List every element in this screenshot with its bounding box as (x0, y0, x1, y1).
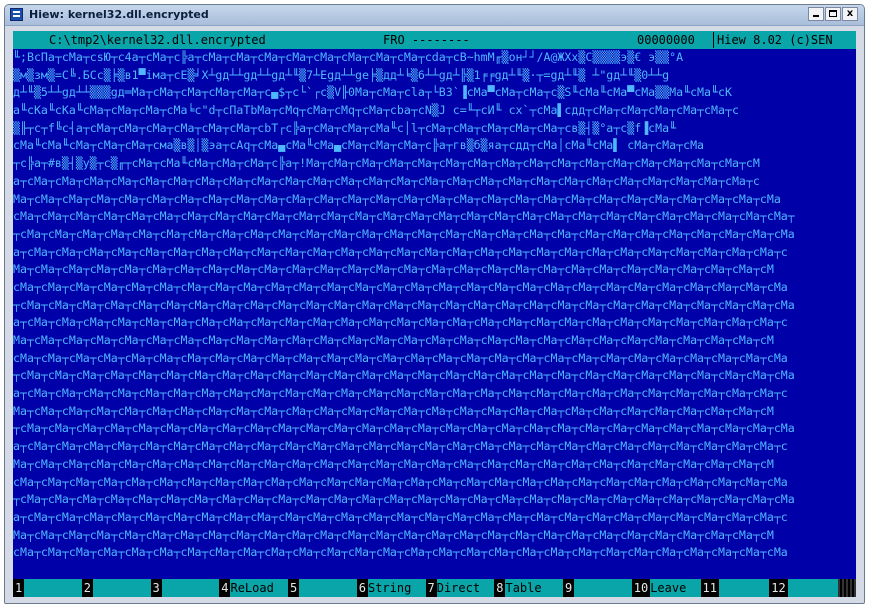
text-line: сМа┬сМа┬сМа┬сМа┬сМа┬сМа┬сМа┬сМа┬сМа┬сМа┬… (13, 545, 788, 560)
text-line: сМа┬сМа┬сМа┬сМа┬сМа┬сМа┬сМа┬сМа┬сМа┬сМа┬… (13, 474, 788, 489)
window-title: Hiew: kernel32.dll.encrypted (29, 8, 209, 21)
text-line: а┬сМа┬сМа┬сМа┬сМа┬сМа┬сМа┬сМа┬сМа┬сМа┬сМ… (13, 509, 788, 524)
text-line: ▒м▒зм▒=С╚.БСс▒╞▒в1▀iма┬сЕ▒╛Х┴gд┴┴gд┴┴gд┴… (13, 67, 670, 82)
fkey-number: 6 (356, 579, 366, 597)
keybar-end (838, 579, 856, 597)
text-line: ┬сМа┬сМа┬сМа┬сМа┬сМа┬сМа┬сМа┬сМа┬сМа┬сМа… (13, 297, 795, 312)
text-view[interactable]: ╙;ВсПа┬сМа┬сsЮ┬с4а┬сМа┬с╠а┬сМа┬сМа┬сМа┬с… (13, 49, 856, 579)
fkey-number: 10 (631, 579, 649, 597)
fkey-number: 11 (700, 579, 717, 597)
file-path: C:\tmp2\kernel32.dll.encrypted (49, 33, 266, 47)
text-line: ┬сМа┬сМа┬сМа┬сМа┬сМа┬сМа┬сМа┬сМа┬сМа┬сМа… (13, 368, 795, 383)
current-offset: 00000000 (637, 33, 695, 47)
window-controls: x (808, 7, 858, 21)
fkey-number: 8 (494, 579, 504, 597)
text-line: ┬сМа┬сМа┬сМа┬сМа┬сМа┬сМа┬сМа┬сМа┬сМа┬сМа… (13, 421, 795, 436)
fkey-1[interactable]: 1 (13, 579, 82, 597)
text-line: а┬сМа┬сМа┬сМа┬сМа┬сМа┬сМа┬сМа┬сМа┬сМа┬сМ… (13, 315, 788, 330)
fkey-label: String (367, 579, 426, 597)
title-bar[interactable]: Hiew: kernel32.dll.encrypted x (5, 5, 864, 26)
fkey-9[interactable]: 9 (563, 579, 632, 597)
fkey-label (787, 579, 838, 597)
text-line: Ма┬сМа┬сМа┬сМа┬сМа┬сМа┬сМа┬сМа┬сМа┬сМа┬с… (13, 333, 774, 347)
text-line: а┬сМа┬сМа┬сМа┬сМа┬сМа┬сМа┬сМа┬сМа┬сМа┬сМ… (13, 386, 788, 401)
fkey-label: Table (505, 579, 563, 597)
hiew-screen: C:\tmp2\kernel32.dll.encrypted FRO -----… (13, 31, 856, 597)
text-line: ▒╟┬с┬f╚с┤а┬сМа┬сМа┬сМа┬сМа┬сМа┬сМа┬сbТ┌с… (13, 120, 677, 135)
text-line: Ма┬сМа┬сМа┬сМа┬сМа┬сМа┬сМа┬сМа┬сМа┬сМа┬с… (13, 527, 774, 542)
fkey-10[interactable]: 10 Leave (631, 579, 701, 597)
fkey-8[interactable]: 8 Table (494, 579, 563, 597)
text-line: сМа┬сМа┬сМа┬сМа┬сМа┬сМа┬сМа┬сМа┬сМа┬сМа┬… (13, 279, 788, 294)
fkey-label: ReLoad (230, 579, 288, 597)
text-line: Ма┬сМа┬сМа┬сМа┬сМа┬сМа┬сМа┬сМа┬сМа┬сМа┬с… (13, 403, 774, 418)
fkey-number: 4 (219, 579, 229, 597)
text-line: сМа┬сМа┬сМа┬сМа┬сМа┬сМа┬сМа┬сМа┬сМа┬сМа┬… (13, 209, 795, 224)
text-line: сМа┬сМа┬сМа┬сМа┬сМа┬сМа┬сМа┬сМа┬сМа┬сМа┬… (13, 350, 788, 365)
hiew-app-icon[interactable] (10, 8, 23, 21)
fkey-label (299, 579, 357, 597)
fkey-label (718, 579, 770, 597)
function-key-bar: 1 2 3 4 ReLoad 5 6 String 7 Direct 8 Table 9 10 Leave 1… (13, 579, 856, 597)
text-line: ╙;ВсПа┬сМа┬сsЮ┬с4а┬сМа┬с╠а┬сМа┬сМа┬сМа┬с… (13, 50, 684, 64)
fkey-number: 12 (769, 579, 786, 597)
fkey-label (161, 579, 220, 597)
text-line: Ма┬сМа┬сМа┬сМа┬сМа┬сМа┬сМа┬сМа┬сМа┬сМа┬с… (13, 262, 774, 277)
fkey-label: Leave (650, 579, 701, 597)
status-bar: C:\tmp2\kernel32.dll.encrypted FRO -----… (13, 31, 856, 49)
text-line: а┬сМа┬сМа┬сМа┬сМа┬сМа┬сМа┬сМа┬сМа┬сМа┬сМ… (13, 173, 760, 188)
text-line: а┬сМа┬сМа┬сМа┬сМа┬сМа┬сМа┬сМа┬сМа┬сМа┬сМ… (13, 244, 788, 259)
text-line: а┬сМа┬сМа┬сМа┬сМа┬сМа┬сМа┬сМа┬сМа┬сМа┬сМ… (13, 439, 788, 454)
text-line: ┬сМа┬сМа┬сМа┬сМа┬сМа┬сМа┬сМа┬сМа┬сМа┬сМа… (13, 226, 795, 241)
version-label: Hiew 8.02 (c)SEN (717, 33, 833, 47)
fkey-6[interactable]: 6 String (356, 579, 426, 597)
fkey-12[interactable]: 12 (769, 579, 838, 597)
fkey-7[interactable]: 7 Direct (425, 579, 495, 597)
text-line: ┬с╠а┬#в▒┤▒у▒┬с▒╓┬сМа┬сМа╙сМа┬сМа┬сМа┬с╠а… (13, 156, 760, 171)
text-line: сМа╙сМа╙сМа┬сМа┬сМа┬сма▒в▒│▒эа┬сАq┬сМа▄с… (13, 138, 705, 153)
fkey-4[interactable]: 4 ReLoad (219, 579, 288, 597)
hiew-window: Hiew: kernel32.dll.encrypted x C:\tmp2\k… (4, 4, 865, 604)
fkey-5[interactable]: 5 (288, 579, 357, 597)
fkey-3[interactable]: 3 (150, 579, 220, 597)
text-line: Ма┬сМа┬сМа┬сМа┬сМа┬сМа┬сМа┬сМа┬сМа┬сМа┬с… (13, 191, 781, 206)
fkey-number: 1 (13, 579, 23, 597)
close-icon[interactable]: x (842, 7, 858, 21)
fkey-2[interactable]: 2 (81, 579, 151, 597)
fkey-label (92, 579, 151, 597)
text-line: а╙сКа╙сКа╙сМа┬сМа┬сМа┬сМа╘с"d┬сПаТbМа┬сМ… (13, 103, 739, 118)
fkey-label: Direct (436, 579, 495, 597)
minimize-icon[interactable] (808, 7, 824, 21)
fkey-number: 9 (563, 579, 573, 597)
text-line: ┬сМа┬сМа┬сМа┬сМа┬сМа┬сМа┬сМа┬сМа┬сМа┬сМа… (13, 492, 795, 507)
maximize-icon[interactable] (825, 7, 841, 21)
fkey-number: 7 (425, 579, 435, 597)
text-line: д┴╙▒5┴┴gд┴┴▒▒▒gд═Ма┬сМа┬сМа┬сМа┬сМа┬с▄$┬… (13, 85, 732, 100)
fkey-number: 5 (288, 579, 298, 597)
fkey-label (574, 579, 632, 597)
access-mode: FRO -------- (383, 33, 470, 47)
fkey-11[interactable]: 11 (700, 579, 770, 597)
status-divider (713, 32, 714, 48)
fkey-number: 3 (150, 579, 160, 597)
fkey-number: 2 (81, 579, 91, 597)
text-line: Ма┬сМа┬сМа┬сМа┬сМа┬сМа┬сМа┬сМа┬сМа┬сМа┬с… (13, 456, 774, 471)
fkey-label (24, 579, 82, 597)
